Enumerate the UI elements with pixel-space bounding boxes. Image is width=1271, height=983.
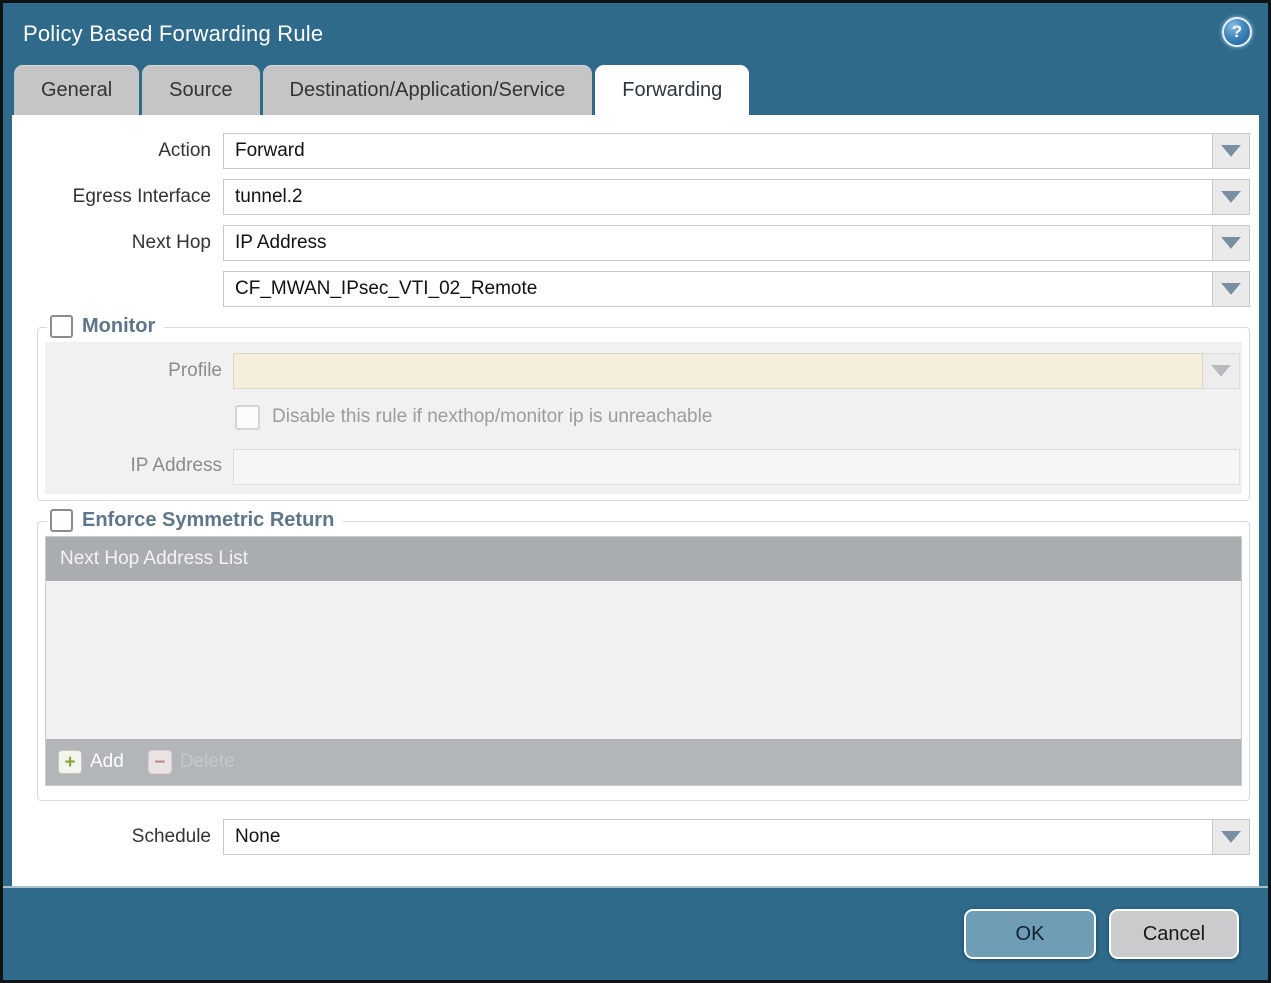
forwarding-tab-panel: Action Forward Egress Interface tunnel.2… [12, 115, 1259, 886]
profile-label: Profile [45, 360, 222, 382]
dialog-titlebar: Policy Based Forwarding Rule ? [3, 3, 1268, 65]
plus-icon: + [58, 750, 82, 774]
enforce-symmetric-return-legend: Enforce Symmetric Return [47, 509, 343, 532]
next-hop-address-row: CF_MWAN_IPsec_VTI_02_Remote [12, 271, 1259, 307]
next-hop-label: Next Hop [12, 232, 211, 254]
chevron-down-icon [1221, 237, 1241, 249]
enforce-symmetric-return-fieldset: Enforce Symmetric Return Next Hop Addres… [37, 521, 1250, 801]
add-button[interactable]: + Add [58, 750, 124, 774]
monitor-label: Monitor [82, 315, 155, 338]
monitor-ip-address-row: IP Address [45, 449, 1242, 483]
dialog-footer: OK Cancel [3, 886, 1268, 980]
delete-button[interactable]: − Delete [148, 750, 235, 774]
action-dropdown-button[interactable] [1213, 133, 1250, 169]
dialog-title: Policy Based Forwarding Rule [23, 21, 323, 47]
schedule-label: Schedule [12, 826, 211, 848]
schedule-select[interactable]: None [223, 819, 1213, 855]
enforce-symmetric-return-checkbox[interactable] [50, 509, 73, 532]
chevron-down-icon [1221, 283, 1241, 295]
next-hop-address-select[interactable]: CF_MWAN_IPsec_VTI_02_Remote [223, 271, 1213, 307]
tab-forwarding[interactable]: Forwarding [595, 65, 749, 115]
disable-rule-checkbox [235, 405, 260, 430]
action-row: Action Forward [12, 133, 1259, 169]
action-label: Action [12, 140, 211, 162]
schedule-dropdown-button[interactable] [1213, 819, 1250, 855]
chevron-down-icon [1221, 191, 1241, 203]
next-hop-row: Next Hop IP Address [12, 225, 1259, 261]
add-button-label: Add [90, 751, 124, 773]
tab-destination-application-service[interactable]: Destination/Application/Service [263, 65, 593, 115]
tab-general[interactable]: General [14, 65, 139, 115]
monitor-legend: Monitor [47, 315, 164, 338]
help-icon[interactable]: ? [1222, 17, 1252, 47]
next-hop-type-select[interactable]: IP Address [223, 225, 1213, 261]
tab-source[interactable]: Source [142, 65, 259, 115]
next-hop-address-list-toolbar: + Add − Delete [46, 739, 1241, 785]
delete-button-label: Delete [180, 751, 235, 773]
chevron-down-icon [1221, 145, 1241, 157]
schedule-row: Schedule None [12, 819, 1259, 855]
next-hop-address-list-body[interactable] [46, 581, 1241, 739]
minus-icon: − [148, 750, 172, 774]
next-hop-type-dropdown-button[interactable] [1213, 225, 1250, 261]
next-hop-address-list-header: Next Hop Address List [46, 537, 1241, 581]
profile-row: Profile [45, 353, 1242, 389]
monitor-ip-address-input [233, 449, 1240, 485]
chevron-down-icon [1221, 831, 1241, 843]
chevron-down-icon [1211, 365, 1231, 377]
monitor-ip-address-label: IP Address [45, 455, 222, 477]
egress-interface-label: Egress Interface [12, 186, 211, 208]
monitor-panel: Profile Disable this rule if nexthop/mon… [45, 342, 1242, 494]
enforce-symmetric-return-label: Enforce Symmetric Return [82, 509, 334, 532]
profile-dropdown-button [1203, 353, 1240, 389]
profile-select [233, 353, 1203, 389]
disable-rule-row: Disable this rule if nexthop/monitor ip … [235, 405, 1242, 429]
policy-based-forwarding-dialog: Policy Based Forwarding Rule ? General S… [3, 3, 1268, 980]
egress-interface-dropdown-button[interactable] [1213, 179, 1250, 215]
egress-interface-select[interactable]: tunnel.2 [223, 179, 1213, 215]
ok-button[interactable]: OK [964, 909, 1096, 959]
action-select[interactable]: Forward [223, 133, 1213, 169]
monitor-fieldset: Monitor Profile Disable this rule if nex… [37, 327, 1250, 501]
tab-bar: General Source Destination/Application/S… [3, 65, 1268, 115]
next-hop-address-dropdown-button[interactable] [1213, 271, 1250, 307]
monitor-checkbox[interactable] [50, 315, 73, 338]
next-hop-address-list-table: Next Hop Address List + Add − Delete [45, 536, 1242, 786]
egress-interface-row: Egress Interface tunnel.2 [12, 179, 1259, 215]
cancel-button[interactable]: Cancel [1109, 909, 1239, 959]
disable-rule-label: Disable this rule if nexthop/monitor ip … [272, 406, 712, 428]
